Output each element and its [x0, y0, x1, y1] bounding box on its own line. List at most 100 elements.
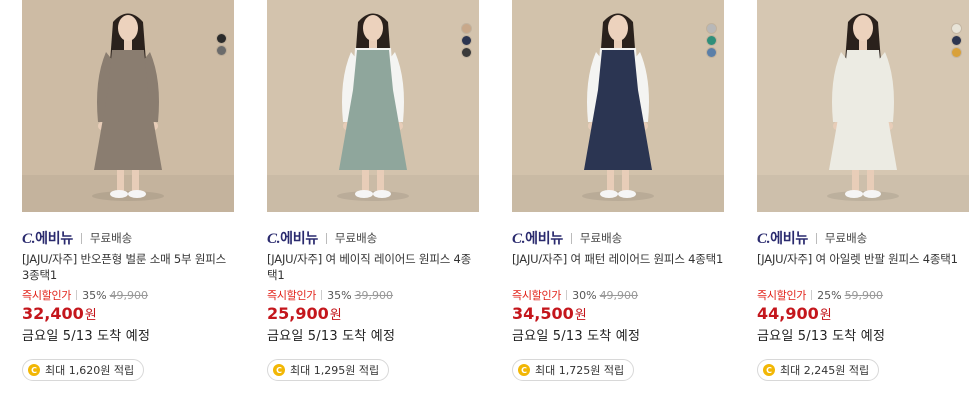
product-name[interactable]: [JAJU/자주] 여 아일렛 반팔 원피스 4종택1: [757, 251, 971, 283]
color-swatches: [952, 24, 961, 57]
coin-icon: C: [763, 364, 775, 376]
shadow: [582, 191, 654, 201]
neck: [124, 40, 132, 50]
color-swatch[interactable]: [462, 24, 471, 33]
face: [853, 15, 873, 41]
discount-label: 즉시할인가: [757, 289, 807, 302]
shoe: [863, 190, 881, 198]
discount-percent: 35%: [327, 288, 352, 302]
brand-row: C.에비뉴 무료배송: [757, 229, 971, 247]
color-swatch[interactable]: [952, 36, 961, 45]
original-price: 39,900: [354, 288, 394, 302]
discount-row: 즉시할인가 25% 59,900: [757, 287, 971, 303]
arrival-date: 금요일 5/13 도착 예정: [512, 329, 641, 344]
currency: 원: [84, 308, 97, 323]
color-swatch[interactable]: [952, 24, 961, 33]
color-swatches: [217, 34, 226, 55]
points-text: 최대 1,295원 적립: [290, 364, 380, 377]
price-row: 44,900 원: [757, 304, 971, 324]
shoe: [600, 190, 618, 198]
arrival-date: 금요일 5/13 도착 예정: [757, 329, 886, 344]
product-card[interactable]: C.에비뉴 무료배송 [JAJU/자주] 반오픈형 벌룬 소매 5부 원피스 3…: [22, 0, 236, 381]
price-row: 34,500 원: [512, 304, 726, 324]
face: [363, 15, 383, 41]
product-card[interactable]: C.에비뉴 무료배송 [JAJU/자주] 여 패턴 레이어드 원피스 4종택1 …: [512, 0, 726, 381]
shoe: [110, 190, 128, 198]
shipping-label: 무료배송: [89, 231, 133, 245]
color-swatch[interactable]: [217, 46, 226, 55]
color-swatches: [707, 24, 716, 57]
divider: [815, 232, 817, 244]
color-swatch[interactable]: [952, 48, 961, 57]
shadow: [827, 191, 899, 201]
original-price: 49,900: [599, 288, 639, 302]
shipping-label: 무료배송: [579, 231, 623, 245]
product-card[interactable]: C.에비뉴 무료배송 [JAJU/자주] 여 베이직 레이어드 원피스 4종택1…: [267, 0, 481, 381]
product-name[interactable]: [JAJU/자주] 여 베이직 레이어드 원피스 4종택1: [267, 251, 481, 283]
original-price: 49,900: [109, 288, 149, 302]
product-image[interactable]: [22, 0, 234, 212]
product-name[interactable]: [JAJU/자주] 여 패턴 레이어드 원피스 4종택1: [512, 251, 726, 283]
discount-row: 즉시할인가 35% 49,900: [22, 287, 236, 303]
shipping-label: 무료배송: [824, 231, 868, 245]
brand-logo[interactable]: C.에비뉴: [22, 228, 73, 248]
color-swatch[interactable]: [707, 24, 716, 33]
points-text: 최대 1,620원 적립: [45, 364, 135, 377]
color-swatches: [462, 24, 471, 57]
color-swatch[interactable]: [462, 48, 471, 57]
points-badge: C 최대 1,725원 적립: [512, 359, 635, 381]
product-image[interactable]: [267, 0, 479, 212]
points-badge: C 최대 2,245원 적립: [757, 359, 880, 381]
shoe: [618, 190, 636, 198]
face: [118, 15, 138, 41]
currency: 원: [819, 308, 832, 323]
brand-logo[interactable]: C.에비뉴: [512, 228, 563, 248]
discount-row: 즉시할인가 30% 49,900: [512, 287, 726, 303]
color-swatch[interactable]: [707, 48, 716, 57]
color-swatch[interactable]: [217, 34, 226, 43]
sale-price: 32,400: [22, 304, 84, 323]
shadow: [337, 191, 409, 201]
coin-icon: C: [273, 364, 285, 376]
coin-icon: C: [28, 364, 40, 376]
discount-percent: 30%: [572, 288, 597, 302]
original-price: 59,900: [844, 288, 884, 302]
product-image[interactable]: [512, 0, 724, 212]
color-swatch[interactable]: [462, 36, 471, 45]
product-grid: C.에비뉴 무료배송 [JAJU/자주] 반오픈형 벌룬 소매 5부 원피스 3…: [0, 0, 974, 420]
arrival-date: 금요일 5/13 도착 예정: [267, 329, 396, 344]
shadow: [92, 191, 164, 201]
discount-percent: 25%: [817, 288, 842, 302]
shoe: [845, 190, 863, 198]
currency: 원: [574, 308, 587, 323]
face: [608, 15, 628, 41]
divider: [570, 232, 572, 244]
shoe: [128, 190, 146, 198]
currency: 원: [329, 308, 342, 323]
neck: [859, 40, 867, 50]
shipping-label: 무료배송: [334, 231, 378, 245]
product-card[interactable]: C.에비뉴 무료배송 [JAJU/자주] 여 아일렛 반팔 원피스 4종택1 즉…: [757, 0, 971, 381]
divider: [325, 232, 327, 244]
brand-logo[interactable]: C.에비뉴: [267, 228, 318, 248]
discount-label: 즉시할인가: [22, 289, 72, 302]
discount-percent: 35%: [82, 288, 107, 302]
brand-row: C.에비뉴 무료배송: [22, 229, 236, 247]
divider: [80, 232, 82, 244]
brand-logo[interactable]: C.에비뉴: [757, 228, 808, 248]
product-name[interactable]: [JAJU/자주] 반오픈형 벌룬 소매 5부 원피스 3종택1: [22, 251, 236, 283]
product-photo: [267, 0, 479, 212]
brand-row: C.에비뉴 무료배송: [267, 229, 481, 247]
discount-row: 즉시할인가 35% 39,900: [267, 287, 481, 303]
discount-label: 즉시할인가: [512, 289, 562, 302]
shoe: [355, 190, 373, 198]
points-badge: C 최대 1,620원 적립: [22, 359, 145, 381]
discount-label: 즉시할인가: [267, 289, 317, 302]
sale-price: 44,900: [757, 304, 819, 323]
product-photo: [512, 0, 724, 212]
divider: [76, 290, 78, 300]
product-image[interactable]: [757, 0, 969, 212]
brand-row: C.에비뉴 무료배송: [512, 229, 726, 247]
color-swatch[interactable]: [707, 36, 716, 45]
divider: [566, 290, 568, 300]
